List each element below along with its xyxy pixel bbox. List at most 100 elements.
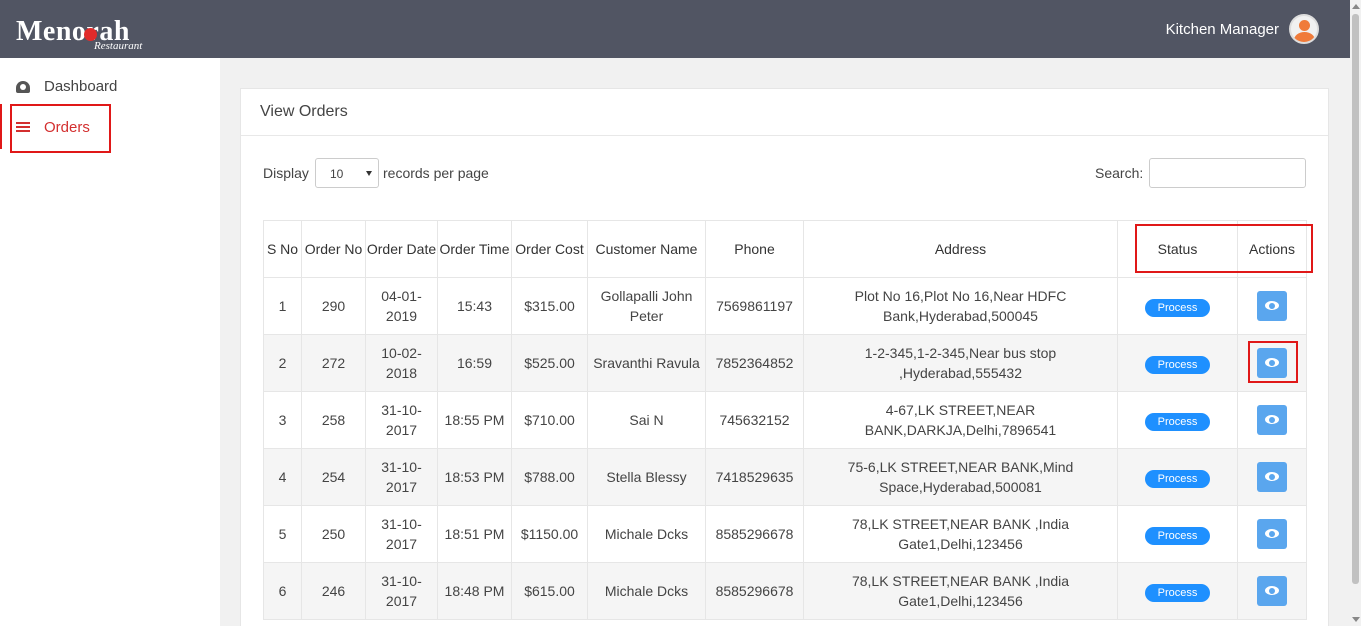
status-badge: Process — [1145, 298, 1210, 317]
cell-order-cost: $788.00 — [511, 448, 588, 506]
cell-phone: 745632152 — [705, 391, 804, 449]
eye-icon — [1265, 415, 1279, 424]
cell-order-cost: $710.00 — [511, 391, 588, 449]
status-badge: Process — [1145, 412, 1210, 431]
page-scrollbar[interactable] — [1350, 0, 1361, 626]
cell-order-time: 18:48 PM — [437, 562, 512, 620]
table-row: 4 254 31-10-2017 18:53 PM $788.00 Stella… — [263, 448, 1307, 506]
view-order-button[interactable] — [1257, 576, 1287, 606]
top-navbar: Menorah Restaurant Kitchen Manager — [0, 0, 1361, 58]
sidebar-item-label: Dashboard — [44, 78, 118, 95]
view-order-button[interactable] — [1257, 519, 1287, 549]
cell-sno: 1 — [263, 277, 302, 335]
view-order-button[interactable] — [1257, 405, 1287, 435]
column-header-order-date[interactable]: Order Date — [365, 220, 438, 278]
highlight-box-orders — [10, 104, 111, 153]
cell-address: 78,LK STREET,NEAR BANK ,India Gate1,Delh… — [803, 505, 1118, 563]
cell-order-time: 16:59 — [437, 334, 512, 392]
table-row: 1 290 04-01-2019 15:43 $315.00 Gollapall… — [263, 277, 1307, 335]
cell-order-time: 18:53 PM — [437, 448, 512, 506]
cell-actions — [1237, 505, 1307, 563]
status-badge: Process — [1145, 526, 1210, 545]
cell-status: Process — [1117, 448, 1238, 506]
active-item-marker — [0, 104, 2, 149]
highlight-box-status-actions — [1135, 224, 1313, 273]
cell-address: 1-2-345,1-2-345,Near bus stop ,Hyderabad… — [803, 334, 1118, 392]
cell-customer-name: Sai N — [587, 391, 706, 449]
cell-customer-name: Michale Dcks — [587, 505, 706, 563]
divider — [241, 135, 1328, 136]
cell-sno: 2 — [263, 334, 302, 392]
cell-actions — [1237, 562, 1307, 620]
view-order-button[interactable] — [1257, 462, 1287, 492]
cell-order-date: 10-02-2018 — [365, 334, 438, 392]
sidebar-item-dashboard[interactable]: Dashboard — [16, 78, 117, 95]
cell-order-time: 18:55 PM — [437, 391, 512, 449]
cell-phone: 7852364852 — [705, 334, 804, 392]
cell-actions — [1237, 391, 1307, 449]
cell-status: Process — [1117, 505, 1238, 563]
cell-order-cost: $525.00 — [511, 334, 588, 392]
cell-sno: 3 — [263, 391, 302, 449]
cell-status: Process — [1117, 334, 1238, 392]
column-header-order-no[interactable]: Order No — [301, 220, 366, 278]
column-header-address[interactable]: Address — [803, 220, 1118, 278]
cell-order-no: 258 — [301, 391, 366, 449]
eye-icon — [1265, 529, 1279, 538]
page-title: View Orders — [260, 103, 348, 120]
avatar[interactable] — [1289, 14, 1319, 44]
search-input[interactable] — [1149, 158, 1306, 188]
column-header-customer-name[interactable]: Customer Name — [587, 220, 706, 278]
table-row: 6 246 31-10-2017 18:48 PM $615.00 Michal… — [263, 562, 1307, 620]
column-header-phone[interactable]: Phone — [705, 220, 804, 278]
cell-sno: 5 — [263, 505, 302, 563]
scroll-down-arrow-icon[interactable] — [1352, 617, 1360, 622]
display-label: Display — [263, 165, 309, 181]
cell-order-no: 290 — [301, 277, 366, 335]
column-header-order-time[interactable]: Order Time — [437, 220, 512, 278]
table-row: 5 250 31-10-2017 18:51 PM $1150.00 Micha… — [263, 505, 1307, 563]
scrollbar-thumb[interactable] — [1352, 14, 1359, 584]
table-row: 2 272 10-02-2018 16:59 $525.00 Sravanthi… — [263, 334, 1307, 392]
column-header-sno[interactable]: S No — [263, 220, 302, 278]
eye-icon — [1265, 586, 1279, 595]
view-order-button[interactable] — [1257, 291, 1287, 321]
cell-address: 4-67,LK STREET,NEAR BANK,DARKJA,Delhi,78… — [803, 391, 1118, 449]
cell-actions — [1237, 277, 1307, 335]
cell-order-time: 18:51 PM — [437, 505, 512, 563]
cell-order-cost: $315.00 — [511, 277, 588, 335]
restaurant-logo[interactable]: Menorah Restaurant — [16, 10, 176, 54]
cell-status: Process — [1117, 391, 1238, 449]
orders-table: S No Order No Order Date Order Time Orde… — [263, 220, 1307, 620]
cell-customer-name: Michale Dcks — [587, 562, 706, 620]
cell-order-date: 31-10-2017 — [365, 448, 438, 506]
cell-order-date: 04-01-2019 — [365, 277, 438, 335]
cell-phone: 8585296678 — [705, 505, 804, 563]
search-label: Search: — [1095, 165, 1144, 181]
cell-status: Process — [1117, 562, 1238, 620]
cell-customer-name: Stella Blessy — [587, 448, 706, 506]
cell-order-no: 250 — [301, 505, 366, 563]
user-menu[interactable]: Kitchen Manager — [1166, 14, 1319, 44]
cell-actions — [1237, 448, 1307, 506]
cell-sno: 4 — [263, 448, 302, 506]
cell-address: 78,LK STREET,NEAR BANK ,India Gate1,Delh… — [803, 562, 1118, 620]
cell-order-date: 31-10-2017 — [365, 391, 438, 449]
cell-phone: 7569861197 — [705, 277, 804, 335]
page-size-select[interactable]: 10 — [315, 158, 379, 188]
cell-address: Plot No 16,Plot No 16,Near HDFC Bank,Hyd… — [803, 277, 1118, 335]
user-name[interactable]: Kitchen Manager — [1166, 21, 1279, 38]
cell-order-cost: $1150.00 — [511, 505, 588, 563]
cell-order-no: 254 — [301, 448, 366, 506]
orders-panel: View Orders Display 10 records per page … — [240, 88, 1329, 626]
cell-customer-name: Gollapalli John Peter — [587, 277, 706, 335]
cell-phone: 7418529635 — [705, 448, 804, 506]
scroll-up-arrow-icon[interactable] — [1352, 4, 1360, 9]
status-badge: Process — [1145, 583, 1210, 602]
cell-status: Process — [1117, 277, 1238, 335]
dashboard-icon — [16, 80, 30, 93]
cell-order-time: 15:43 — [437, 277, 512, 335]
column-header-order-cost[interactable]: Order Cost — [511, 220, 588, 278]
cell-address: 75-6,LK STREET,NEAR BANK,Mind Space,Hyde… — [803, 448, 1118, 506]
cell-phone: 8585296678 — [705, 562, 804, 620]
